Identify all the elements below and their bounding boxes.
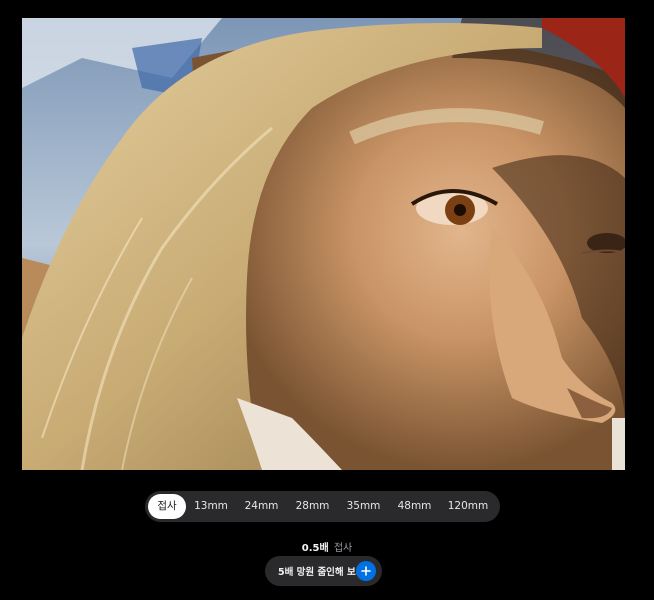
zoom-caption: 0.5배 접사 xyxy=(0,539,654,554)
focal-option-24mm[interactable]: 24mm xyxy=(236,494,287,519)
portrait-photo-icon xyxy=(22,18,625,470)
sample-photo xyxy=(22,18,625,470)
focal-length-selector: 접사 13mm 24mm 28mm 35mm 48mm 120mm xyxy=(145,491,500,522)
telephoto-zoom-button[interactable]: 5배 망원 줌인해 보기 xyxy=(265,556,382,586)
plus-icon[interactable] xyxy=(356,561,376,581)
focal-option-35mm[interactable]: 35mm xyxy=(338,494,389,519)
focal-option-120mm[interactable]: 120mm xyxy=(440,494,496,519)
focal-option-macro[interactable]: 접사 xyxy=(148,494,186,519)
telephoto-zoom-label: 5배 망원 줌인해 보기 xyxy=(278,567,365,578)
zoom-mode: 접사 xyxy=(333,543,353,554)
focal-option-28mm[interactable]: 28mm xyxy=(287,494,338,519)
focal-option-13mm[interactable]: 13mm xyxy=(186,494,236,519)
page: 접사 13mm 24mm 28mm 35mm 48mm 120mm 0.5배 접… xyxy=(0,0,654,600)
focal-option-48mm[interactable]: 48mm xyxy=(389,494,440,519)
zoom-value: 0.5배 xyxy=(301,543,329,554)
